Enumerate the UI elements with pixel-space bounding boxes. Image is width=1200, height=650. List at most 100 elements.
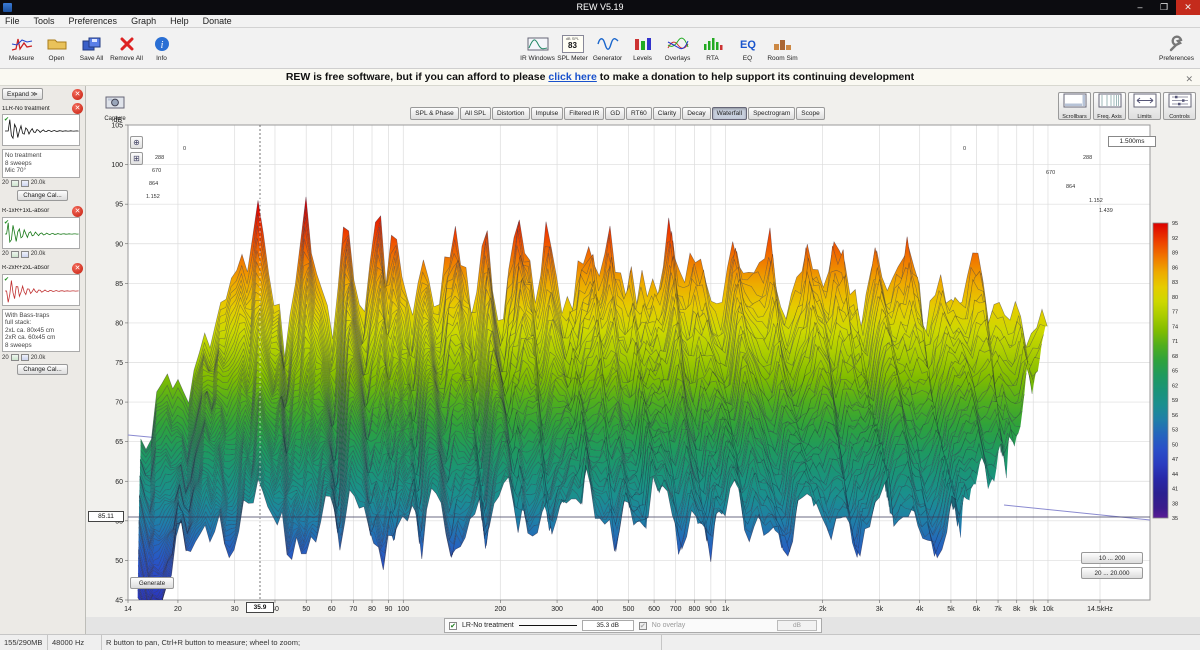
measurement-list: 1LR-No treatment✕✔No treatment8 sweepsMi…: [2, 103, 83, 375]
controls-button[interactable]: Controls: [1163, 92, 1196, 120]
toolbar-left-group: Measure Open Save AllRemove AlliInfo: [4, 29, 179, 67]
info-button[interactable]: iInfo: [144, 29, 179, 67]
menu-graph[interactable]: Graph: [124, 15, 163, 28]
banner-close-icon[interactable]: ✕: [1185, 71, 1193, 87]
tab-filtered-ir[interactable]: Filtered IR: [564, 107, 604, 120]
waterfall-chart[interactable]: 1420304050607080901002003004005006007008…: [86, 86, 1200, 617]
toolbar-label: EQ: [743, 55, 752, 62]
room-sim-button[interactable]: Room Sim: [765, 29, 800, 67]
measurement-thumbnail[interactable]: ✔: [2, 274, 80, 306]
legend-checkbox[interactable]: ✔: [449, 622, 457, 630]
svg-text:14.5kHz: 14.5kHz: [1087, 606, 1113, 613]
menu-file[interactable]: File: [0, 15, 27, 28]
menu-tools[interactable]: Tools: [27, 15, 62, 28]
measurement-thumbnail[interactable]: ✔: [2, 217, 80, 249]
expand-button[interactable]: Expand ≫: [2, 88, 43, 100]
spl-meter-button[interactable]: dB SPL83SPL Meter: [555, 29, 590, 67]
remove-measurement-icon[interactable]: ✕: [72, 103, 83, 114]
eq-button[interactable]: EQEQ: [730, 29, 765, 67]
ir-windows-button[interactable]: IR Windows: [520, 29, 555, 67]
range-button-20-20000[interactable]: 20 ... 20.000: [1081, 567, 1143, 579]
remove-all-measurements-icon[interactable]: ✕: [72, 89, 83, 100]
open-button[interactable]: Open: [39, 29, 74, 67]
svg-text:92: 92: [1172, 236, 1178, 242]
remove-all-button[interactable]: Remove All: [109, 29, 144, 67]
tab-spl-phase[interactable]: SPL & Phase: [410, 107, 458, 120]
svg-text:3k: 3k: [876, 606, 884, 613]
menu-bar: FileToolsPreferencesGraphHelpDonate: [0, 15, 1200, 28]
donation-link[interactable]: click here: [548, 71, 596, 83]
menu-preferences[interactable]: Preferences: [62, 15, 125, 28]
tab-clarity[interactable]: Clarity: [653, 107, 681, 120]
menu-help[interactable]: Help: [163, 15, 196, 28]
levels-button[interactable]: Levels: [625, 29, 660, 67]
change-cal-button[interactable]: Change Cal...: [17, 364, 68, 375]
save-all-button[interactable]: Save All: [74, 29, 109, 67]
rta-icon: [702, 34, 724, 54]
svg-text:41: 41: [1172, 487, 1178, 493]
legend-value: 35.3 dB: [582, 620, 634, 631]
measure-button[interactable]: Measure: [4, 29, 39, 67]
menu-donate[interactable]: Donate: [196, 15, 239, 28]
graph-grid-icon[interactable]: ⊞: [130, 152, 143, 165]
measurement-item[interactable]: R-1xR+1xL-absor✕✔2020.0k: [2, 206, 83, 258]
cursor-level-readout: 85.11: [88, 511, 124, 522]
svg-text:0: 0: [183, 146, 186, 152]
levels-icon: [632, 34, 654, 54]
tab-scope[interactable]: Scope: [796, 107, 824, 120]
tab-distortion[interactable]: Distortion: [492, 107, 529, 120]
range-button-10-200[interactable]: 10 ... 200: [1081, 552, 1143, 564]
measurement-notes: With Bass-trapsfull stack:2xL ca. 80x45 …: [2, 309, 80, 353]
scrollbars-icon: [1063, 93, 1087, 113]
scrollbars-button[interactable]: Scrollbars: [1058, 92, 1091, 120]
limits-button[interactable]: Limits: [1128, 92, 1161, 120]
svg-text:65: 65: [115, 439, 123, 446]
remove-measurement-icon[interactable]: ✕: [72, 263, 83, 274]
remove-measurement-icon[interactable]: ✕: [72, 206, 83, 217]
svg-text:59: 59: [1172, 398, 1178, 404]
svg-text:86: 86: [1172, 265, 1178, 271]
graph-zoom-icon[interactable]: ⊕: [130, 136, 143, 149]
tab-impulse[interactable]: Impulse: [531, 107, 564, 120]
tab-decay[interactable]: Decay: [682, 107, 710, 120]
overlays-button[interactable]: Overlays: [660, 29, 695, 67]
svg-text:1k: 1k: [722, 606, 730, 613]
tab-waterfall[interactable]: Waterfall: [712, 107, 747, 120]
freq-axis-button[interactable]: Freq. Axis: [1093, 92, 1126, 120]
minimize-button[interactable]: –: [1128, 0, 1152, 15]
svg-text:1.152: 1.152: [146, 194, 160, 200]
svg-text:1.152: 1.152: [1089, 198, 1103, 204]
measurement-check-icon[interactable]: ✔: [4, 116, 9, 123]
measurement-check-icon[interactable]: ✔: [4, 276, 9, 283]
preferences-button[interactable]: Preferences: [1159, 29, 1194, 67]
measurement-item[interactable]: R-2xR+2xL-absor✕✔With Bass-trapsfull sta…: [2, 263, 83, 376]
toolbar-label: Generator: [593, 55, 622, 62]
svg-text:38: 38: [1172, 501, 1178, 507]
close-button[interactable]: ✕: [1176, 0, 1200, 15]
toolbar-label: Measure: [9, 55, 34, 62]
svg-text:900: 900: [705, 606, 717, 613]
measurement-item[interactable]: 1LR-No treatment✕✔No treatment8 sweepsMi…: [2, 103, 83, 201]
change-cal-button[interactable]: Change Cal...: [17, 190, 68, 201]
tab-gd[interactable]: GD: [605, 107, 625, 120]
overlay-checkbox[interactable]: ✔: [639, 622, 647, 630]
capture-button[interactable]: Capture: [99, 95, 131, 129]
svg-text:56: 56: [1172, 413, 1178, 419]
measurement-check-icon[interactable]: ✔: [4, 219, 9, 226]
generator-button[interactable]: Generator: [590, 29, 625, 67]
maximize-button[interactable]: ❐: [1152, 0, 1176, 15]
svg-text:670: 670: [1046, 170, 1055, 176]
tab-spectrogram[interactable]: Spectrogram: [748, 107, 795, 120]
status-bar: 155/290MB 48000 Hz R button to pan, Ctrl…: [0, 634, 1200, 650]
svg-text:9k: 9k: [1030, 606, 1038, 613]
svg-text:70: 70: [115, 400, 123, 407]
tab-all-spl[interactable]: All SPL: [460, 107, 491, 120]
toolbar-label: Open: [49, 55, 65, 62]
tab-rt60[interactable]: RT60: [626, 107, 652, 120]
generate-button[interactable]: Generate: [130, 577, 174, 589]
waterfall-plot[interactable]: 1420304050607080901002003004005006007008…: [86, 86, 1200, 617]
measurement-thumbnail[interactable]: ✔: [2, 114, 80, 146]
toolbar-label: Overlays: [665, 55, 691, 62]
save-all-icon: [81, 34, 103, 54]
rta-button[interactable]: RTA: [695, 29, 730, 67]
